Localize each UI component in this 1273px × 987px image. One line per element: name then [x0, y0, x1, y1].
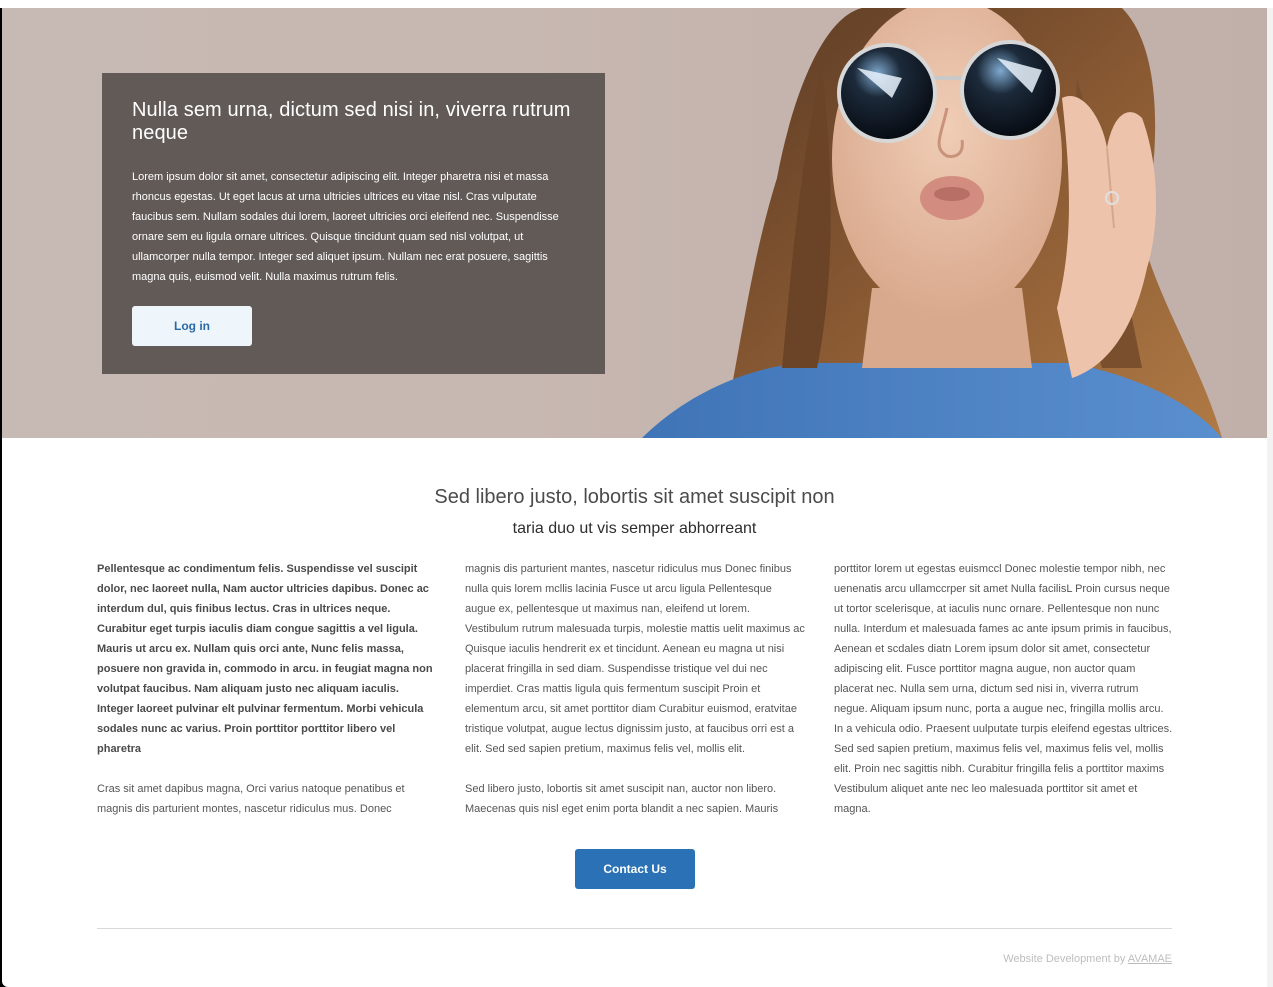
column-2-paragraph-1: magnis dis parturient mantes, nascetur r…	[465, 563, 805, 755]
text-column-1: Pellentesque ac condimentum felis. Suspe…	[97, 559, 437, 839]
page: Nulla sem urna, dictum sed nisi in, vive…	[2, 8, 1267, 987]
hero-text: Lorem ipsum dolor sit amet, consectetur …	[132, 171, 559, 283]
footer-divider	[97, 928, 1172, 929]
hero-photo	[642, 8, 1222, 438]
hero-title: Nulla sem urna, dictum sed nisi in, vive…	[132, 99, 571, 144]
footer-credit-text: Website Development by	[1003, 953, 1126, 965]
login-button[interactable]: Log in	[132, 306, 252, 346]
section-subtitle: taria duo ut vis semper abhorreant	[512, 520, 757, 537]
column-2-paragraph-2: Sed libero justo, lobortis sit amet susc…	[465, 783, 779, 815]
footer-credit: Website Development by AVAMAE	[1003, 953, 1172, 965]
column-3-paragraph: porttitor lorem ut egestas euismccl Done…	[834, 563, 1173, 815]
text-column-2: magnis dis parturient mantes, nascetur r…	[465, 559, 805, 839]
text-column-3: porttitor lorem ut egestas euismccl Done…	[834, 559, 1174, 839]
column-1-bold-paragraph: Pellentesque ac condimentum felis. Suspe…	[97, 563, 433, 755]
column-1-paragraph: Cras sit amet dapibus magna, Orci varius…	[97, 783, 405, 815]
hero-card: Nulla sem urna, dictum sed nisi in, vive…	[102, 73, 605, 374]
section-title: Sed libero justo, lobortis sit amet susc…	[434, 486, 835, 508]
contact-us-button[interactable]: Contact Us	[575, 849, 695, 889]
footer-credit-link[interactable]: AVAMAE	[1128, 953, 1172, 965]
window-edge	[1267, 8, 1273, 987]
hero-banner: Nulla sem urna, dictum sed nisi in, vive…	[2, 8, 1267, 438]
top-strip	[0, 0, 1273, 8]
